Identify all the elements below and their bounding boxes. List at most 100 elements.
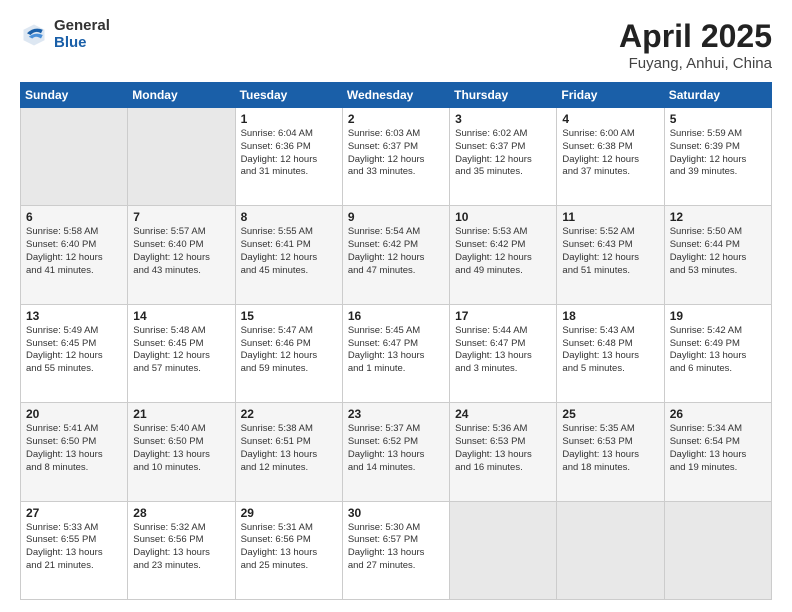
day-info: Sunrise: 5:47 AM Sunset: 6:46 PM Dayligh…: [241, 325, 337, 376]
table-row: 21 Sunrise: 5:40 AM Sunset: 6:50 PM Dayli…: [128, 403, 235, 501]
table-row: 25 Sunrise: 5:35 AM Sunset: 6:53 PM Dayli…: [557, 403, 664, 501]
logo-text: General Blue: [54, 18, 110, 51]
table-row: 8Sunrise: 5:55 AM Sunset: 6:41 PM Daylig…: [235, 206, 342, 304]
day-number: 14: [133, 309, 229, 323]
day-number: 3: [455, 112, 551, 126]
day-info: Sunrise: 5:40 AM Sunset: 6:50 PM Dayligh…: [133, 423, 229, 474]
day-info: Sunrise: 5:58 AM Sunset: 6:40 PM Dayligh…: [26, 226, 122, 277]
table-row: 28Sunrise: 5:32 AM Sunset: 6:56 PM Dayli…: [128, 501, 235, 599]
logo-general-text: General: [54, 18, 110, 35]
day-info: Sunrise: 5:53 AM Sunset: 6:42 PM Dayligh…: [455, 226, 551, 277]
day-number: 13: [26, 309, 122, 323]
day-info: Sunrise: 5:41 AM Sunset: 6:50 PM Dayligh…: [26, 423, 122, 474]
day-number: 10: [455, 210, 551, 224]
day-info: Sunrise: 5:31 AM Sunset: 6:56 PM Dayligh…: [241, 522, 337, 573]
table-row: 13 Sunrise: 5:49 AM Sunset: 6:45 PM Dayli…: [21, 304, 128, 402]
day-number: 5: [670, 112, 766, 126]
day-info: Sunrise: 5:49 AM Sunset: 6:45 PM Dayligh…: [26, 325, 122, 376]
calendar-week-row: 6 Sunrise: 5:58 AM Sunset: 6:40 PM Daylig…: [21, 206, 772, 304]
logo-blue-text: Blue: [54, 35, 110, 52]
day-number: 9: [348, 210, 444, 224]
day-info: Sunrise: 5:34 AM Sunset: 6:54 PM Dayligh…: [670, 423, 766, 474]
day-number: 6: [26, 210, 122, 224]
header-row: Sunday Monday Tuesday Wednesday Thursday…: [21, 83, 772, 108]
table-row: 4 Sunrise: 6:00 AM Sunset: 6:38 PM Daylig…: [557, 108, 664, 206]
day-number: 30: [348, 506, 444, 520]
calendar-week-row: 27 Sunrise: 5:33 AM Sunset: 6:55 PM Dayli…: [21, 501, 772, 599]
calendar-week-row: 13 Sunrise: 5:49 AM Sunset: 6:45 PM Dayli…: [21, 304, 772, 402]
day-info: Sunrise: 5:36 AM Sunset: 6:53 PM Dayligh…: [455, 423, 551, 474]
col-thursday: Thursday: [450, 83, 557, 108]
day-number: 18: [562, 309, 658, 323]
day-number: 28: [133, 506, 229, 520]
day-number: 4: [562, 112, 658, 126]
day-number: 22: [241, 407, 337, 421]
day-info: Sunrise: 5:52 AM Sunset: 6:43 PM Dayligh…: [562, 226, 658, 277]
table-row: 1 Sunrise: 6:04 AM Sunset: 6:36 PM Daylig…: [235, 108, 342, 206]
title-month: April 2025: [619, 18, 772, 55]
day-number: 25: [562, 407, 658, 421]
day-number: 27: [26, 506, 122, 520]
day-number: 15: [241, 309, 337, 323]
table-row: 29 Sunrise: 5:31 AM Sunset: 6:56 PM Dayli…: [235, 501, 342, 599]
table-row: [557, 501, 664, 599]
table-row: 27 Sunrise: 5:33 AM Sunset: 6:55 PM Dayli…: [21, 501, 128, 599]
table-row: [128, 108, 235, 206]
day-number: 2: [348, 112, 444, 126]
table-row: 5 Sunrise: 5:59 AM Sunset: 6:39 PM Daylig…: [664, 108, 771, 206]
table-row: [21, 108, 128, 206]
day-number: 26: [670, 407, 766, 421]
day-number: 12: [670, 210, 766, 224]
day-info: Sunrise: 5:35 AM Sunset: 6:53 PM Dayligh…: [562, 423, 658, 474]
col-sunday: Sunday: [21, 83, 128, 108]
table-row: 7Sunrise: 5:57 AM Sunset: 6:40 PM Daylig…: [128, 206, 235, 304]
table-row: 30 Sunrise: 5:30 AM Sunset: 6:57 PM Dayli…: [342, 501, 449, 599]
table-row: 14Sunrise: 5:48 AM Sunset: 6:45 PM Dayli…: [128, 304, 235, 402]
day-info: Sunrise: 6:00 AM Sunset: 6:38 PM Dayligh…: [562, 128, 658, 179]
table-row: [450, 501, 557, 599]
day-info: Sunrise: 6:02 AM Sunset: 6:37 PM Dayligh…: [455, 128, 551, 179]
col-saturday: Saturday: [664, 83, 771, 108]
table-row: 10 Sunrise: 5:53 AM Sunset: 6:42 PM Dayli…: [450, 206, 557, 304]
day-info: Sunrise: 5:45 AM Sunset: 6:47 PM Dayligh…: [348, 325, 444, 376]
table-row: 3 Sunrise: 6:02 AM Sunset: 6:37 PM Daylig…: [450, 108, 557, 206]
calendar-week-row: 1 Sunrise: 6:04 AM Sunset: 6:36 PM Daylig…: [21, 108, 772, 206]
logo: General Blue: [20, 18, 110, 51]
day-number: 17: [455, 309, 551, 323]
table-row: 20 Sunrise: 5:41 AM Sunset: 6:50 PM Dayli…: [21, 403, 128, 501]
col-tuesday: Tuesday: [235, 83, 342, 108]
day-number: 19: [670, 309, 766, 323]
day-number: 16: [348, 309, 444, 323]
table-row: 26 Sunrise: 5:34 AM Sunset: 6:54 PM Dayli…: [664, 403, 771, 501]
table-row: 6 Sunrise: 5:58 AM Sunset: 6:40 PM Daylig…: [21, 206, 128, 304]
table-row: 15 Sunrise: 5:47 AM Sunset: 6:46 PM Dayli…: [235, 304, 342, 402]
table-row: 24 Sunrise: 5:36 AM Sunset: 6:53 PM Dayli…: [450, 403, 557, 501]
table-row: 19Sunrise: 5:42 AM Sunset: 6:49 PM Dayli…: [664, 304, 771, 402]
page: General Blue April 2025 Fuyang, Anhui, C…: [0, 0, 792, 612]
day-number: 23: [348, 407, 444, 421]
table-row: 17Sunrise: 5:44 AM Sunset: 6:47 PM Dayli…: [450, 304, 557, 402]
day-info: Sunrise: 5:59 AM Sunset: 6:39 PM Dayligh…: [670, 128, 766, 179]
table-row: 12 Sunrise: 5:50 AM Sunset: 6:44 PM Dayli…: [664, 206, 771, 304]
day-info: Sunrise: 5:38 AM Sunset: 6:51 PM Dayligh…: [241, 423, 337, 474]
day-info: Sunrise: 5:33 AM Sunset: 6:55 PM Dayligh…: [26, 522, 122, 573]
day-number: 29: [241, 506, 337, 520]
day-info: Sunrise: 5:37 AM Sunset: 6:52 PM Dayligh…: [348, 423, 444, 474]
col-friday: Friday: [557, 83, 664, 108]
day-number: 21: [133, 407, 229, 421]
header: General Blue April 2025 Fuyang, Anhui, C…: [20, 18, 772, 72]
day-number: 20: [26, 407, 122, 421]
table-row: 23 Sunrise: 5:37 AM Sunset: 6:52 PM Dayli…: [342, 403, 449, 501]
table-row: 2Sunrise: 6:03 AM Sunset: 6:37 PM Daylig…: [342, 108, 449, 206]
col-wednesday: Wednesday: [342, 83, 449, 108]
table-row: 11Sunrise: 5:52 AM Sunset: 6:43 PM Dayli…: [557, 206, 664, 304]
calendar-week-row: 20 Sunrise: 5:41 AM Sunset: 6:50 PM Dayli…: [21, 403, 772, 501]
day-info: Sunrise: 5:54 AM Sunset: 6:42 PM Dayligh…: [348, 226, 444, 277]
day-number: 1: [241, 112, 337, 126]
day-info: Sunrise: 6:04 AM Sunset: 6:36 PM Dayligh…: [241, 128, 337, 179]
day-info: Sunrise: 5:30 AM Sunset: 6:57 PM Dayligh…: [348, 522, 444, 573]
day-number: 24: [455, 407, 551, 421]
calendar-table: Sunday Monday Tuesday Wednesday Thursday…: [20, 82, 772, 600]
day-info: Sunrise: 5:50 AM Sunset: 6:44 PM Dayligh…: [670, 226, 766, 277]
day-info: Sunrise: 5:57 AM Sunset: 6:40 PM Dayligh…: [133, 226, 229, 277]
